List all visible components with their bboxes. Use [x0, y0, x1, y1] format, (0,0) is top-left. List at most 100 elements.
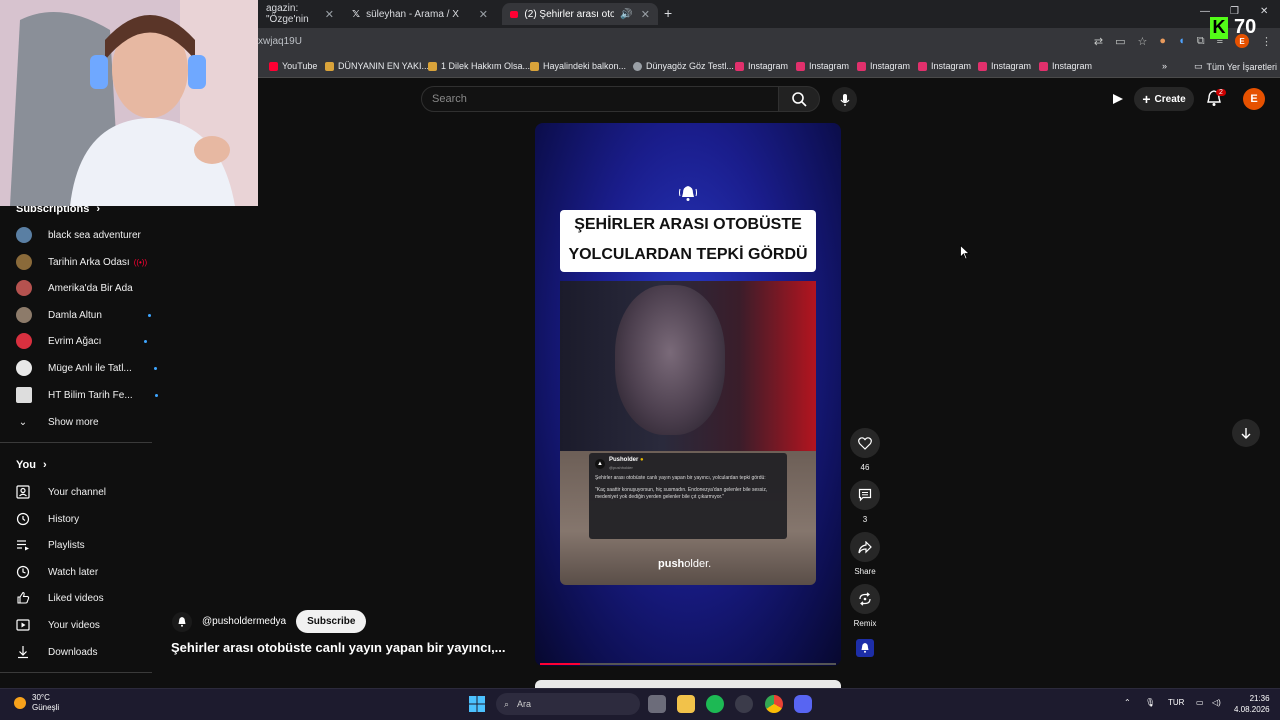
- browser-tab-active[interactable]: (2) Şehirler arası otobüste c 🔊 ✕: [502, 3, 658, 25]
- instagram-icon: [918, 61, 927, 71]
- close-tab-icon[interactable]: ✕: [479, 8, 488, 21]
- channel-avatar[interactable]: [172, 611, 192, 632]
- bookmark-label: Instagram: [1052, 61, 1093, 71]
- sidebar-item-history[interactable]: History: [16, 509, 79, 529]
- sidebar-item-watch-later[interactable]: Watch later: [16, 562, 98, 582]
- bookmark-item[interactable]: Dünyagöz Göz Testl...: [633, 61, 734, 71]
- browser-tab[interactable]: agazin: "Özge'nin ✕: [258, 3, 342, 25]
- speaker-icon[interactable]: 🔊: [620, 9, 632, 20]
- taskbar-clock[interactable]: 21:36 4.08.2026: [1234, 693, 1270, 715]
- bookmark-item[interactable]: Instagram: [796, 61, 849, 71]
- start-icon[interactable]: [469, 696, 485, 717]
- search-button[interactable]: [778, 86, 820, 112]
- close-window-icon[interactable]: ✕: [1260, 6, 1268, 17]
- bookmark-item[interactable]: Instagram: [735, 61, 788, 71]
- tray-overflow-icon[interactable]: ⌃: [1124, 698, 1131, 707]
- all-bookmarks[interactable]: ▭ Tüm Yer İşaretleri: [1194, 61, 1277, 72]
- sidebar-item-your-channel[interactable]: Your channel: [16, 482, 106, 502]
- instagram-icon: [857, 61, 866, 71]
- network-icon[interactable]: ▭: [1196, 698, 1204, 707]
- share-icon: [858, 540, 872, 553]
- account-avatar[interactable]: E: [1243, 88, 1265, 110]
- subscription-item[interactable]: HT Bilim Tarih Fe...: [16, 385, 158, 405]
- comments-button[interactable]: [850, 480, 880, 510]
- tweet-author: Pusholder: [609, 457, 639, 463]
- windows-taskbar: [0, 688, 1280, 720]
- sidebar-item-liked-videos[interactable]: Liked videos: [16, 588, 104, 608]
- browser-tab[interactable]: 𝕏 süleyhan - Arama / X ✕: [344, 3, 496, 25]
- star-icon[interactable]: ☆: [1138, 35, 1148, 48]
- watermark-rest: older.: [684, 558, 712, 570]
- channel-name: Damla Altun: [48, 309, 102, 321]
- spotify-icon[interactable]: [706, 695, 724, 713]
- short-title[interactable]: Şehirler arası otobüste canlı yayın yapa…: [171, 640, 506, 655]
- discord-icon[interactable]: [794, 695, 812, 713]
- sidebar-item-label: Downloads: [48, 646, 98, 658]
- folder-icon: [325, 61, 334, 71]
- close-tab-icon[interactable]: ✕: [325, 8, 334, 21]
- like-button[interactable]: [850, 428, 880, 458]
- sound-thumbnail-icon[interactable]: [856, 639, 874, 657]
- bookmark-item[interactable]: DÜNYANIN EN YAKI...: [325, 61, 429, 71]
- subscription-item[interactable]: black sea adventurer: [16, 225, 141, 245]
- remix-button[interactable]: [850, 584, 880, 614]
- taskbar-search[interactable]: ⌕ Ara: [496, 693, 640, 715]
- bookmark-item[interactable]: Hayalindeki balkon...: [530, 61, 626, 71]
- subscription-item[interactable]: Amerika'da Bir Ada: [16, 278, 133, 298]
- subscription-item[interactable]: Damla Altun: [16, 305, 151, 325]
- voice-search-button[interactable]: [832, 87, 857, 112]
- search-icon: [792, 92, 807, 107]
- translate-icon[interactable]: ⇄: [1094, 35, 1103, 48]
- cast-icon[interactable]: ▭: [1115, 35, 1125, 48]
- create-button[interactable]: + Create: [1134, 87, 1194, 111]
- weather-widget[interactable]: 30°C Güneşli: [14, 693, 59, 713]
- close-tab-icon[interactable]: ✕: [641, 8, 650, 21]
- you-heading[interactable]: You ›: [16, 459, 47, 471]
- folder-icon: [530, 61, 539, 71]
- subscribe-button[interactable]: Subscribe: [296, 610, 367, 633]
- bookmark-item[interactable]: Instagram: [918, 61, 971, 71]
- bookmark-item[interactable]: Instagram: [978, 61, 1031, 71]
- show-more-button[interactable]: ⌄ Show more: [16, 412, 99, 432]
- new-tab-icon[interactable]: +: [664, 5, 672, 21]
- clock-icon: [16, 565, 30, 579]
- subscription-item[interactable]: Evrim Ağacı: [16, 331, 148, 351]
- next-short-preview[interactable]: [535, 680, 841, 688]
- search-input[interactable]: Search: [421, 86, 779, 112]
- download-icon: [18, 646, 28, 659]
- share-button[interactable]: [850, 532, 880, 562]
- studio-icon[interactable]: [1110, 91, 1126, 112]
- channel-name[interactable]: @pusholdermedya: [202, 616, 286, 627]
- bookmark-item[interactable]: YouTube: [269, 61, 317, 71]
- extension-icon[interactable]: ●: [1159, 35, 1166, 47]
- file-explorer-icon[interactable]: [677, 695, 695, 713]
- sidebar-item-label: Playlists: [48, 539, 85, 551]
- subscription-item[interactable]: Müge Anlı ile Tatl...: [16, 358, 157, 378]
- instagram-icon: [978, 61, 987, 71]
- menu-kebab-icon[interactable]: ⋮: [1261, 35, 1272, 48]
- all-bookmarks-label: Tüm Yer İşaretleri: [1206, 61, 1278, 72]
- video-progress-bar[interactable]: [540, 663, 836, 665]
- volume-icon[interactable]: ◁): [1212, 698, 1221, 707]
- bookmark-item[interactable]: 1 Dilek Hakkım Olsa...: [428, 61, 530, 71]
- bookmark-item[interactable]: Instagram: [857, 61, 910, 71]
- subscription-item[interactable]: Tarihin Arka Odası ((•)): [16, 252, 147, 272]
- sidebar-item-playlists[interactable]: Playlists: [16, 535, 85, 555]
- verified-icon: ●: [640, 457, 644, 463]
- bookmark-item[interactable]: Instagram: [1039, 61, 1092, 71]
- language-indicator[interactable]: TUR: [1168, 698, 1184, 707]
- next-short-button[interactable]: [1232, 419, 1260, 447]
- task-view-icon[interactable]: [648, 695, 666, 713]
- obs-icon[interactable]: [735, 695, 753, 713]
- url-field[interactable]: xwjaq19U: [258, 36, 302, 47]
- folder-icon: ▭: [1194, 61, 1203, 71]
- puzzle-icon[interactable]: ⧉: [1197, 35, 1205, 48]
- minimize-icon[interactable]: —: [1200, 6, 1210, 17]
- extension-icon[interactable]: ◖: [1178, 35, 1185, 47]
- more-bookmarks-icon[interactable]: »: [1162, 61, 1167, 71]
- chrome-icon[interactable]: [765, 695, 783, 713]
- microphone-tray-icon[interactable]: 🎙: [1145, 698, 1155, 707]
- sidebar-item-downloads[interactable]: Downloads: [16, 642, 97, 662]
- sidebar-item-your-videos[interactable]: Your videos: [16, 615, 100, 635]
- channel-avatar: [16, 280, 32, 296]
